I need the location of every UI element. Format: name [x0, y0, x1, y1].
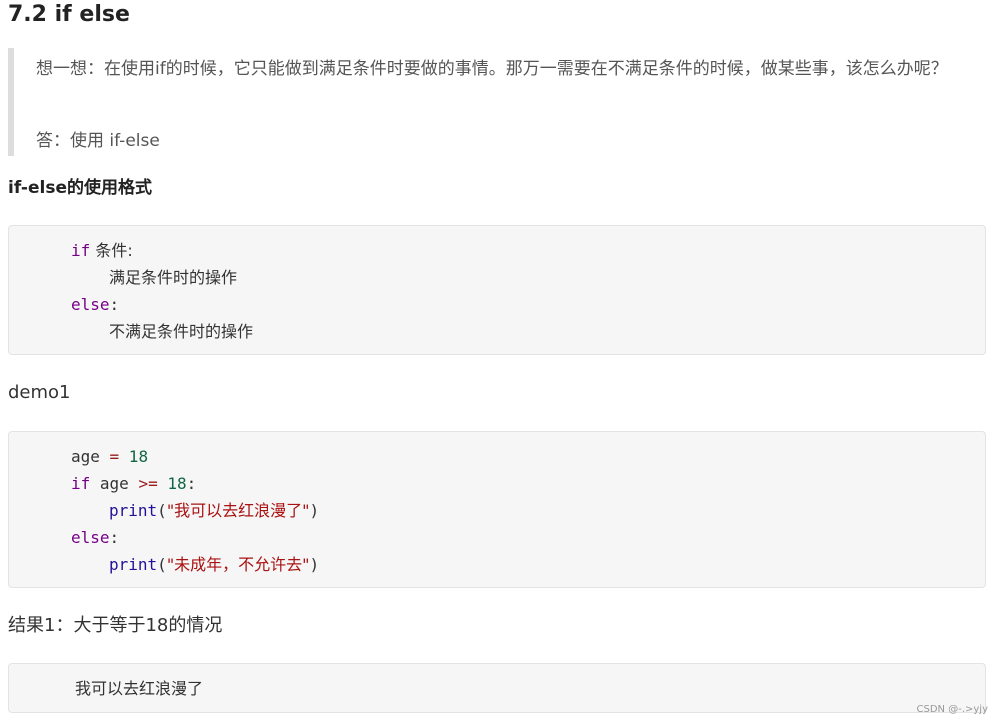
demo-label: demo1: [8, 382, 71, 403]
colon: :: [109, 528, 120, 547]
condition-text: 条件:: [90, 241, 133, 260]
paren: ): [309, 555, 320, 574]
format-code-block[interactable]: if 条件: 满足条件时的操作 else: 不满足条件时的操作: [8, 225, 986, 355]
watermark: CSDN @-.>yjy: [916, 704, 988, 715]
result-label: 结果1：大于等于18的情况: [8, 615, 223, 636]
paren: (: [157, 555, 167, 574]
article-page: 7.2 if else 想一想：在使用if的时候，它只能做到满足条件时要做的事情…: [0, 0, 1002, 723]
keyword-if: if: [71, 241, 91, 260]
keyword-else: else: [71, 295, 110, 314]
operator: =: [109, 447, 120, 466]
true-branch-text: 满足条件时的操作: [109, 268, 238, 287]
paren: ): [309, 501, 320, 520]
section-heading: 7.2 if else: [8, 2, 130, 27]
paren: (: [157, 501, 167, 520]
builtin-function: print: [109, 555, 158, 574]
quote-question: 想一想：在使用if的时候，它只能做到满足条件时要做的事情。那万一需要在不满足条件…: [36, 59, 948, 79]
code-line: print("未成年，不允许去"): [109, 551, 319, 578]
keyword-if: if: [71, 474, 91, 493]
output-line: 我可以去红浪漫了: [75, 679, 204, 698]
blockquote: 想一想：在使用if的时候，它只能做到满足条件时要做的事情。那万一需要在不满足条件…: [8, 48, 978, 156]
code-line: else:: [71, 291, 119, 318]
variable: age: [71, 447, 110, 466]
code-line: print("我可以去红浪漫了"): [109, 497, 319, 524]
code-line: if age >= 18:: [71, 470, 196, 497]
code-line: 不满足条件时的操作: [109, 318, 253, 345]
code-line: age = 18: [71, 443, 148, 470]
colon: :: [186, 474, 197, 493]
builtin-function: print: [109, 501, 158, 520]
operator: >=: [138, 474, 158, 493]
demo-code-block[interactable]: age = 18 if age >= 18: print("我可以去红浪漫了")…: [8, 431, 986, 588]
string-literal: "我可以去红浪漫了": [166, 501, 310, 520]
false-branch-text: 不满足条件时的操作: [109, 322, 254, 341]
else-colon: :: [109, 295, 120, 314]
code-line: 满足条件时的操作: [109, 264, 237, 291]
code-line: else:: [71, 524, 119, 551]
result-output-block[interactable]: 我可以去红浪漫了: [8, 663, 986, 713]
quote-answer: 答：使用 if-else: [36, 131, 160, 151]
number-literal: 18: [119, 447, 149, 466]
variable: age: [90, 474, 139, 493]
code-line: if 条件:: [71, 237, 133, 264]
number-literal: 18: [157, 474, 187, 493]
string-literal: "未成年，不允许去": [166, 555, 310, 574]
format-subheading: if-else的使用格式: [8, 178, 152, 198]
keyword-else: else: [71, 528, 110, 547]
